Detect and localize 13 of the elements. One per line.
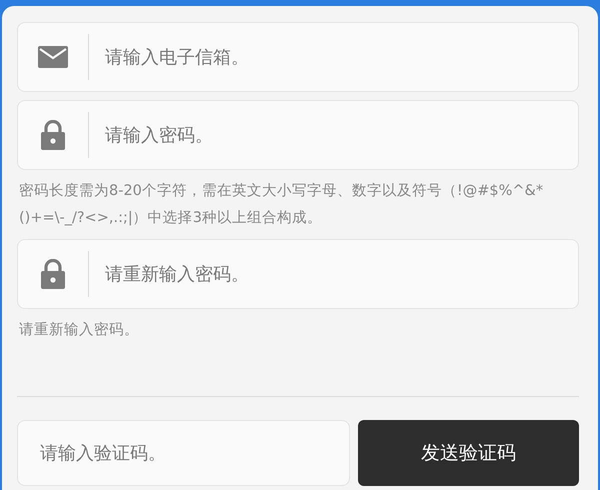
- hint-text: 密码长度需为8-20个字符，需在英文大小写字母、数字以及符号（!@#$%^&*()+=\-_/?<>,.:;|）中选择3种以上组合构成。: [19, 182, 544, 228]
- text-input[interactable]: 请输入密码。: [89, 101, 578, 169]
- text-input[interactable]: 请输入电子信箱。: [89, 23, 578, 91]
- input-field[interactable]: 请输入验证码。: [17, 420, 350, 486]
- hint-text: 请重新输入密码。: [19, 320, 140, 340]
- lock-icon: [41, 120, 65, 150]
- input-field[interactable]: 请输入电子信箱。: [17, 22, 579, 92]
- text-input[interactable]: 请重新输入密码。: [89, 240, 578, 308]
- input-field[interactable]: 请输入密码。: [17, 100, 579, 170]
- envelope-icon: [38, 46, 68, 68]
- input-field[interactable]: 请重新输入密码。: [17, 239, 579, 309]
- send-code-button[interactable]: 发送验证码: [358, 420, 579, 486]
- lock-icon: [41, 259, 65, 289]
